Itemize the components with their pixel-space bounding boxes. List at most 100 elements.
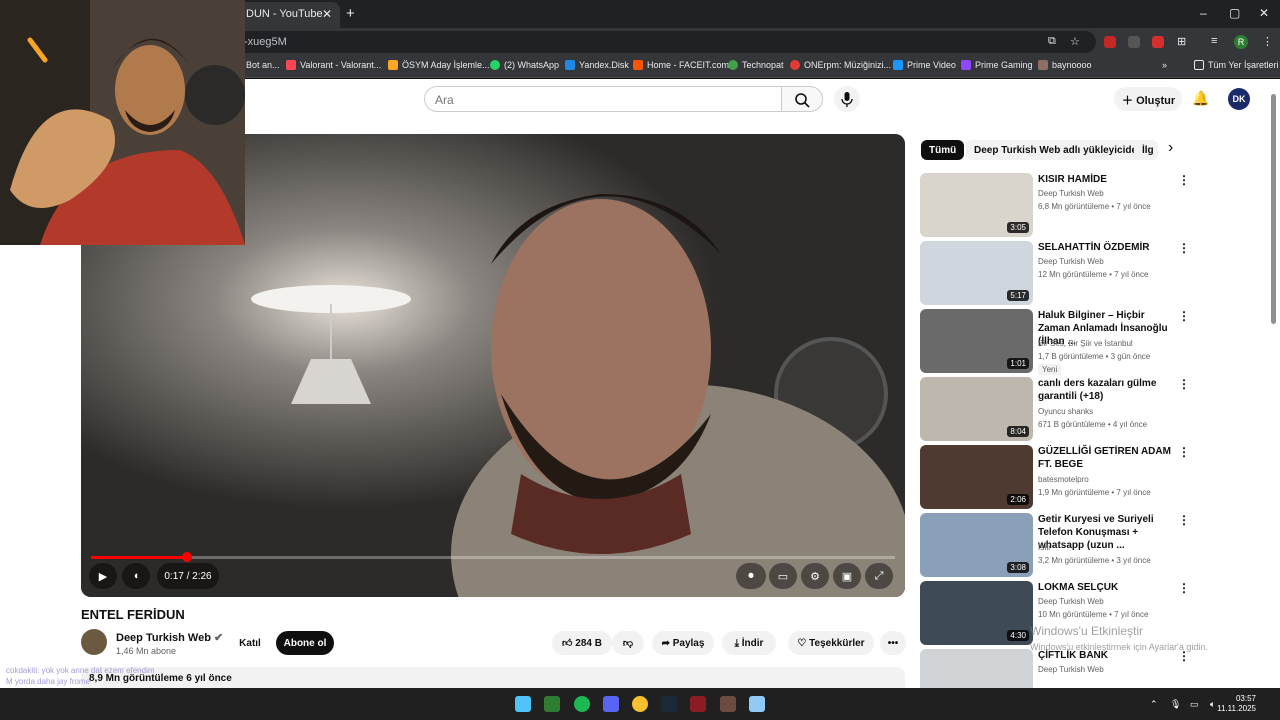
recommendation-channel[interactable]: Deep Turkish Web [1038,597,1104,606]
bookmark-item[interactable]: Home - FACEIT.com [633,60,729,70]
bookmark-item[interactable]: Bot an... [246,60,280,70]
more-actions-button[interactable]: ••• [880,631,906,655]
speaker-icon[interactable]: 🔈︎ [1210,699,1215,710]
bookmark-item[interactable]: Prime Gaming [961,60,1033,70]
more-options-icon[interactable]: ⋮ [1178,173,1190,187]
play-button[interactable]: ▶ [89,563,117,589]
spotify-icon[interactable] [574,696,590,712]
more-options-icon[interactable]: ⋮ [1178,445,1190,459]
recommendation-item[interactable]: 3:08 Getir Kuryesi ve Suriyeli Telefon Ko… [920,513,1190,577]
video-thumbnail[interactable]: 3:08 [920,513,1033,577]
video-thumbnail[interactable]: 8:04 [920,377,1033,441]
like-button[interactable]: 👍︎ 284 B [552,631,612,655]
video-progress-bar[interactable] [91,552,895,562]
thanks-button[interactable]: ♡ Teşekkürler [788,631,874,655]
recommendation-title[interactable]: LOKMA SELÇUK [1038,581,1174,594]
voice-search-button[interactable] [834,86,860,112]
recommendation-item[interactable]: 8:04 canlı ders kazaları gülme garantili … [920,377,1190,441]
theater-mode-button[interactable]: ▣ [833,563,861,589]
profile-avatar[interactable]: R [1234,35,1248,49]
tray-chevron-icon[interactable]: ⌃ [1150,699,1158,710]
chrome-icon[interactable] [632,696,648,712]
bookmark-item[interactable]: (2) WhatsApp [490,60,559,70]
url-input[interactable]: -xueg5M [236,31,1096,53]
valorant-icon[interactable] [690,696,706,712]
recommendation-item[interactable]: 1:01 Haluk Bilginer – Hiçbir Zaman Anlama… [920,309,1190,375]
bookmark-item[interactable]: Yandex.Disk [565,60,629,70]
discord-icon[interactable] [603,696,619,712]
bookmark-item[interactable]: Prime Video [893,60,956,70]
autoplay-toggle[interactable]: ⏺ [736,563,766,589]
download-button[interactable]: ⤓ İndir [722,631,776,655]
account-avatar[interactable]: DK [1228,88,1250,110]
app-icon[interactable] [544,696,560,712]
channel-name[interactable]: Deep Turkish Web ✔ [116,631,223,644]
subtitles-button[interactable]: ▭ [769,563,797,589]
chip-all[interactable]: Tümü [921,140,965,160]
steam-icon[interactable] [661,696,677,712]
recommendation-item[interactable]: ÇİFTLİK BANK Deep Turkish Web ⋮ [920,649,1190,688]
tab-close-icon[interactable]: ✕ [322,7,332,21]
notifications-bell-icon[interactable]: 🔔 [1192,90,1209,107]
subscribe-button[interactable]: Abone ol [276,631,334,655]
more-options-icon[interactable]: ⋮ [1178,377,1190,391]
recommendation-channel[interactable]: Isılr [1038,543,1051,552]
search-input[interactable]: Ara [424,86,782,112]
bookmark-item[interactable]: baynoooo [1038,60,1092,70]
more-options-icon[interactable]: ⋮ [1178,581,1190,595]
join-button[interactable]: Katıl [229,631,271,655]
bookmark-item[interactable]: Valorant - Valorant... [286,60,381,70]
chips-next-icon[interactable]: › [1168,139,1173,157]
extensions-puzzle-icon[interactable]: ⊞ [1177,35,1186,48]
all-bookmarks-button[interactable]: Tüm Yer İşaretleri [1194,60,1279,70]
app-icon[interactable] [749,696,765,712]
video-thumbnail[interactable] [920,649,1033,688]
video-thumbnail[interactable]: 1:01 [920,309,1033,373]
recommendation-title[interactable]: SELAHATTİN ÖZDEMİR [1038,241,1174,254]
bookmarks-overflow-icon[interactable]: » [1162,60,1167,70]
recommendation-channel[interactable]: Deep Turkish Web [1038,665,1104,674]
bookmark-item[interactable]: ÖSYM Aday İşlemle... [388,60,490,70]
video-thumbnail[interactable]: 4:30 [920,581,1033,645]
install-icon[interactable]: ⧉ [1048,35,1056,48]
recommendation-title[interactable]: GÜZELLİĞİ GETİREN ADAM FT. BEGE [1038,445,1174,471]
recommendation-title[interactable]: Getir Kuryesi ve Suriyeli Telefon Konuşm… [1038,513,1174,552]
recommendation-channel[interactable]: Bir Ses, Bir Şiir ve İstanbul [1038,339,1133,348]
app-icon[interactable] [720,696,736,712]
browser-tab[interactable]: DUN - YouTube ✕ [236,2,340,28]
display-icon[interactable]: ▭ [1190,699,1199,710]
more-options-icon[interactable]: ⋮ [1178,241,1190,255]
video-thumbnail[interactable]: 2:06 [920,445,1033,509]
system-clock[interactable]: 03:57 11.11.2025 [1217,694,1256,714]
extension-icon[interactable] [1104,36,1116,48]
settings-button[interactable]: ⚙ [801,563,829,589]
recommendation-channel[interactable]: Deep Turkish Web [1038,257,1104,266]
maximize-icon[interactable]: ▢ [1229,6,1240,20]
media-control-icon[interactable]: ≡ [1211,35,1217,47]
recommendation-item[interactable]: 5:17 SELAHATTİN ÖZDEMİR Deep Turkish Web 12… [920,241,1190,305]
chip-related[interactable]: İlg [1134,140,1158,160]
recommendation-title[interactable]: canlı ders kazaları gülme garantili (+18… [1038,377,1174,403]
chip-uploader[interactable]: Deep Turkish Web adlı yükleyiciden [966,140,1152,160]
recommendation-title[interactable]: KISIR HAMİDE [1038,173,1174,186]
search-button[interactable] [781,86,823,112]
new-tab-button[interactable]: + [346,5,355,22]
extension-icon[interactable] [1152,36,1164,48]
fullscreen-button[interactable]: ⤢ [865,563,893,589]
video-thumbnail[interactable]: 3:05 [920,173,1033,237]
channel-avatar[interactable] [81,629,107,655]
recommendation-channel[interactable]: Deep Turkish Web [1038,189,1104,198]
bookmark-star-icon[interactable]: ☆ [1070,35,1080,48]
more-options-icon[interactable]: ⋮ [1178,513,1190,527]
bookmark-item[interactable]: Technopat [728,60,784,70]
video-thumbnail[interactable]: 5:17 [920,241,1033,305]
windows-start-icon[interactable] [515,696,531,712]
microphone-icon[interactable]: 🎙︎ [1170,699,1181,710]
page-scrollbar[interactable] [1271,94,1276,324]
extension-icon[interactable] [1128,36,1140,48]
browser-menu-icon[interactable]: ⋮ [1262,35,1273,48]
recommendation-item[interactable]: 3:05 KISIR HAMİDE Deep Turkish Web 6,8 Mn g… [920,173,1190,237]
close-window-icon[interactable]: ✕ [1259,6,1269,20]
minimize-icon[interactable]: – [1200,6,1207,20]
recommendation-channel[interactable]: batesmotelpro [1038,475,1089,484]
